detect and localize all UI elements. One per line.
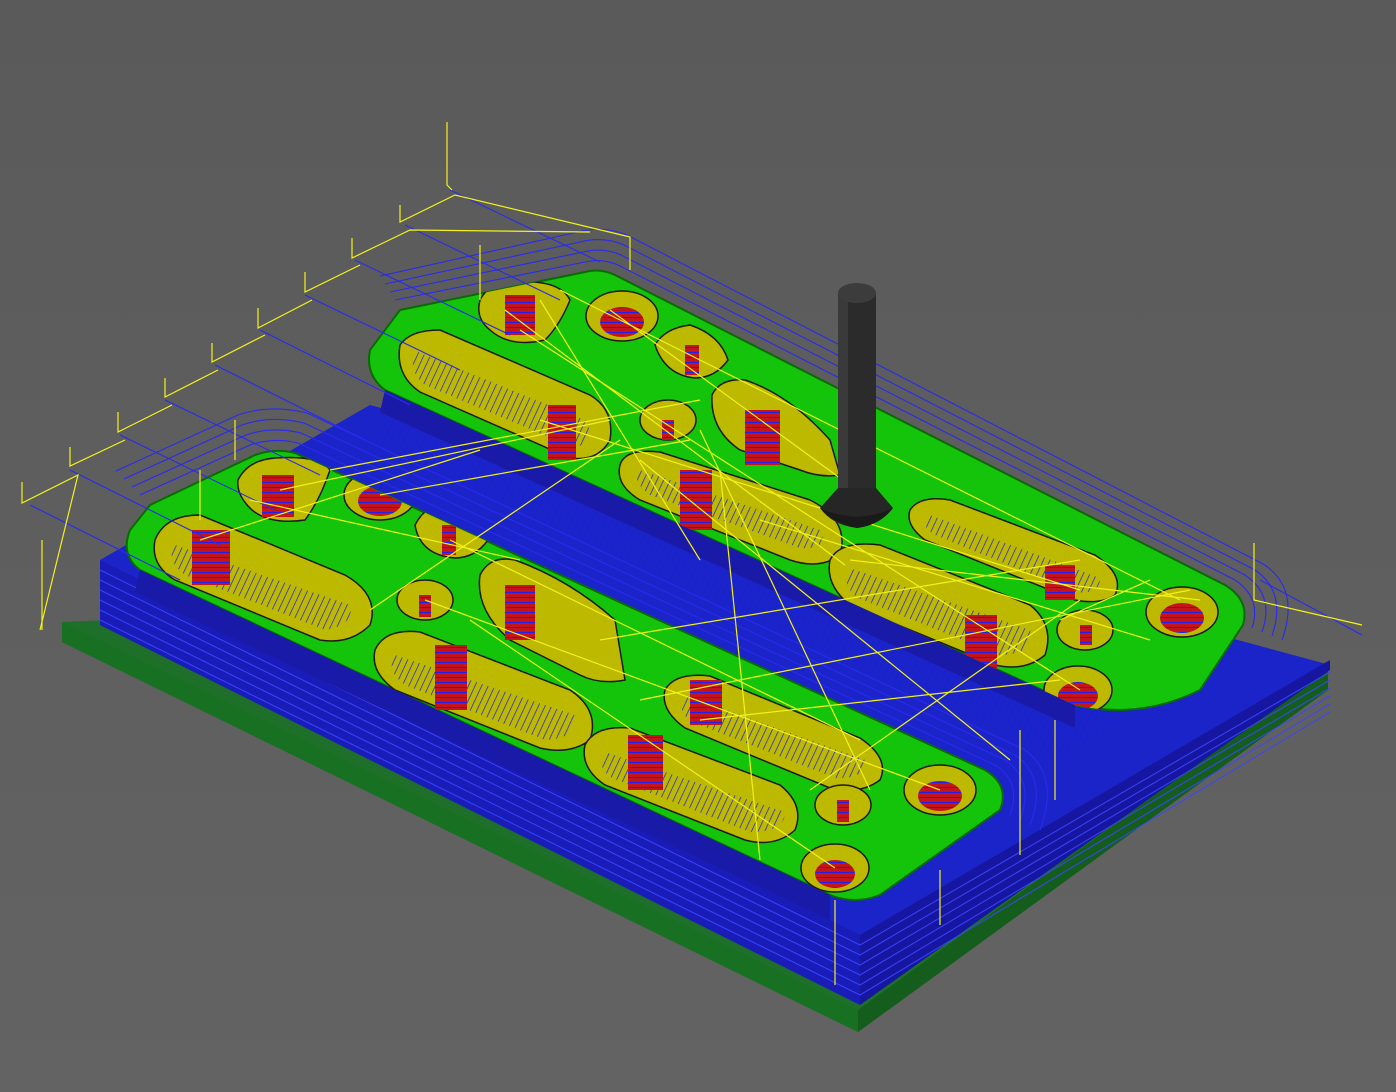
cam-simulation-viewport[interactable] [0, 0, 1396, 1092]
lower-hole-4 [814, 784, 872, 826]
toolpath-simulation-scene[interactable] [0, 0, 1396, 1092]
upper-hole-4 [1056, 609, 1114, 651]
